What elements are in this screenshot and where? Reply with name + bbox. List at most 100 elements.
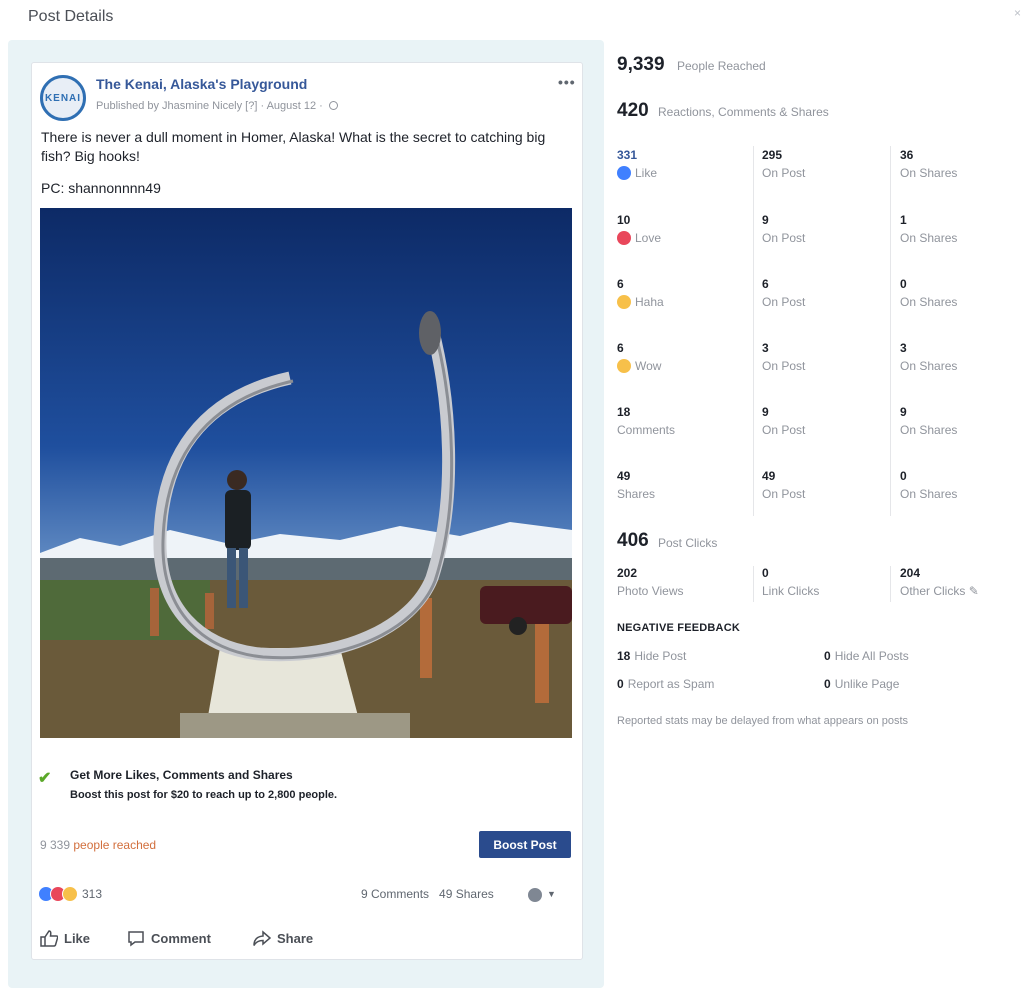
boost-title: Get More Likes, Comments and Shares	[70, 768, 293, 782]
wow-on-post: 3	[762, 341, 769, 355]
hide-post-label: Hide Post	[634, 649, 687, 663]
on-post-label: On Post	[762, 423, 806, 437]
post-clicks-value: 406	[617, 530, 649, 551]
share-label: Share	[277, 931, 314, 946]
negative-feedback-title: NEGATIVE FEEDBACK	[617, 622, 740, 634]
like-on-post: 295	[762, 148, 783, 162]
unlike-page-value: 0	[824, 677, 831, 691]
report-spam-stat: 0 Report as Spam	[617, 677, 714, 691]
link-clicks-label: Link Clicks	[762, 584, 820, 598]
reach-label: people reached	[73, 838, 157, 852]
comment-button[interactable]: Comment	[127, 930, 211, 947]
love-label: Love	[617, 231, 661, 245]
share-icon	[253, 930, 271, 946]
like-button[interactable]: Like	[40, 930, 90, 947]
like-label: Like	[617, 166, 657, 180]
on-shares-label: On Shares	[900, 487, 958, 501]
report-spam-value: 0	[617, 677, 624, 691]
love-icon	[617, 231, 631, 245]
report-spam-label: Report as Spam	[627, 677, 715, 691]
post-meta: Published by Jhasmine Nicely [?] · Augus…	[96, 100, 338, 112]
on-post-label: On Post	[762, 166, 806, 180]
other-clicks-value: 204	[900, 566, 921, 580]
photo-views-value: 202	[617, 566, 638, 580]
hide-all-posts-value: 0	[824, 649, 831, 663]
wow-total: 6	[617, 341, 624, 355]
page-name-link[interactable]: The Kenai, Alaska's Playground	[96, 76, 307, 92]
comments-count-link[interactable]: 9 Comments	[361, 887, 429, 901]
globe-icon	[328, 101, 338, 110]
love-label-text: Love	[635, 231, 662, 245]
on-post-label: On Post	[762, 231, 806, 245]
check-icon: ✔	[38, 770, 52, 787]
haha-label-text: Haha	[635, 295, 664, 309]
wow-icon	[617, 359, 631, 373]
comments-shares-counts: 9 Comments 49 Shares	[361, 887, 494, 901]
hide-post-stat: 18 Hide Post	[617, 649, 686, 663]
photo-views-label: Photo Views	[617, 584, 684, 598]
unlike-page-stat: 0 Unlike Page	[824, 677, 899, 691]
close-icon[interactable]: ×	[1014, 6, 1021, 20]
reactions-count[interactable]: 313	[82, 887, 102, 901]
wow-on-shares: 3	[900, 341, 907, 355]
page-avatar[interactable]: KENAI	[40, 75, 86, 121]
haha-icon	[617, 295, 631, 309]
other-clicks-label: Other Clicks ✎	[900, 584, 979, 598]
post-photo[interactable]	[40, 208, 572, 738]
hide-all-posts-stat: 0 Hide All Posts	[824, 649, 909, 663]
chevron-down-icon[interactable]: ▼	[547, 889, 556, 899]
haha-on-shares: 0	[900, 277, 907, 291]
engagements-label: Reactions, Comments & Shares	[658, 105, 829, 119]
divider	[753, 146, 754, 516]
hide-post-value: 18	[617, 649, 631, 663]
like-label: Like	[64, 931, 91, 946]
on-shares-label: On Shares	[900, 423, 958, 437]
divider	[890, 566, 891, 602]
wow-label-text: Wow	[635, 359, 662, 373]
people-reached-line: 9 339 people reached	[40, 838, 156, 852]
boost-post-button[interactable]: Boost Post	[479, 831, 571, 858]
shares-on-post: 49	[762, 469, 776, 483]
on-post-label: On Post	[762, 487, 806, 501]
post-meta-text: Published by Jhasmine Nicely [?] · Augus…	[96, 100, 323, 112]
comments-label: Comments	[617, 423, 676, 437]
shares-total: 49	[617, 469, 631, 483]
logo-text: KENAI	[44, 92, 82, 104]
like-icon	[617, 166, 631, 180]
viewer-avatar[interactable]	[528, 888, 542, 902]
stats-footnote: Reported stats may be delayed from what …	[617, 715, 909, 727]
on-shares-label: On Shares	[900, 166, 958, 180]
comments-on-shares: 9	[900, 405, 907, 419]
people-reached-label: People Reached	[677, 59, 766, 73]
shares-on-shares: 0	[900, 469, 907, 483]
wow-label: Wow	[617, 359, 661, 373]
post-text: There is never a dull moment in Homer, A…	[41, 129, 546, 164]
like-total: 331	[617, 148, 638, 162]
thumbs-up-icon	[40, 930, 58, 947]
boost-description: Boost this post for $20 to reach up to 2…	[70, 789, 338, 801]
on-shares-label: On Shares	[900, 231, 958, 245]
divider	[890, 146, 891, 516]
haha-on-post: 6	[762, 277, 769, 291]
on-shares-label: On Shares	[900, 295, 958, 309]
haha-label: Haha	[617, 295, 664, 309]
love-on-post: 9	[762, 213, 769, 227]
like-label-text: Like	[635, 166, 658, 180]
people-reached-value: 9,339	[617, 54, 665, 75]
shares-count-link[interactable]: 49 Shares	[439, 887, 494, 901]
haha-total: 6	[617, 277, 624, 291]
link-clicks-value: 0	[762, 566, 769, 580]
reach-count: 9 339	[40, 838, 71, 852]
photo-illustration	[40, 311, 572, 738]
love-on-shares: 1	[900, 213, 907, 227]
comment-icon	[128, 931, 144, 947]
love-total: 10	[617, 213, 631, 227]
pencil-icon[interactable]: ✎	[969, 584, 979, 598]
share-button[interactable]: Share	[253, 930, 313, 947]
more-options-icon[interactable]: •••	[558, 74, 576, 90]
on-post-label: On Post	[762, 295, 806, 309]
comments-total: 18	[617, 405, 631, 419]
dialog-title: Post Details	[28, 8, 114, 25]
unlike-page-label: Unlike Page	[834, 677, 900, 691]
hide-all-posts-label: Hide All Posts	[834, 649, 909, 663]
